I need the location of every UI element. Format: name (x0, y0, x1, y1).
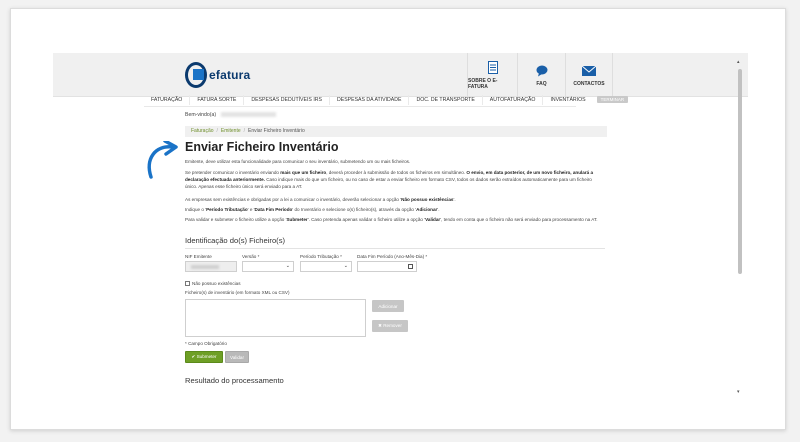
chevron-down-icon: ⌄ (343, 263, 348, 269)
sem-existencias-checkbox[interactable] (185, 281, 190, 286)
section-title-identificacao: Identificação do(s) Ficheiro(s) (185, 236, 286, 245)
data-fim-label: Data Fim Período (Ano-Mês-Dia) * (357, 254, 428, 259)
result-section-title: Resultado do processamento (185, 376, 284, 385)
breadcrumb-current: Enviar Ficheiro Inventário (248, 128, 305, 134)
instructions-p4: Indique o 'Período Tributação' e 'Data F… (185, 207, 440, 212)
scroll-down-icon[interactable]: ▾ (737, 389, 740, 395)
header-links: SOBRE O E-FATURA FAQ CONTACTOS (467, 53, 613, 97)
remove-file-button[interactable]: ✖ Remover (372, 320, 408, 332)
nav-item-faturacao[interactable]: FATURAÇÃO (144, 94, 191, 105)
scroll-up-icon[interactable]: ▴ (737, 59, 740, 65)
header-link-label: CONTACTOS (573, 80, 605, 87)
intro-p1: Emitente, deve utilizar esta funcionalid… (185, 159, 411, 164)
chat-bubble-icon (536, 64, 548, 78)
versao-label: Versão * (242, 254, 260, 259)
divider (185, 248, 605, 249)
header-link-label: FAQ (536, 80, 547, 87)
submit-button[interactable]: ✔ Submeter (185, 351, 223, 363)
welcome-label: Bem-vindo(a) (185, 112, 217, 118)
nav-item-inventarios[interactable]: INVENTÁRIOS (543, 95, 592, 105)
sem-existencias-row[interactable]: Não possuo existências (185, 281, 241, 286)
nav-item-despesas-atividade[interactable]: DESPESAS DA ATIVIDADE (330, 94, 410, 105)
required-note: * Campo Obrigatório (185, 341, 227, 346)
intro-text: Emitente, deve utilizar esta funcionalid… (185, 158, 605, 165)
curved-arrow-icon (147, 141, 178, 179)
nif-value-redacted (191, 265, 219, 269)
envelope-icon (582, 64, 596, 78)
validate-button[interactable]: Validar (225, 351, 249, 363)
document-icon (487, 61, 498, 75)
logout-button[interactable]: TERMINAR (596, 96, 629, 103)
user-name-redacted (221, 112, 277, 118)
browser-window: efatura SOBRE O E-FATURA FAQ CONTACTOS F… (10, 8, 786, 430)
sem-existencias-label: Não possuo existências (192, 281, 241, 286)
breadcrumb-emitente[interactable]: Emitente (221, 128, 241, 134)
header-link-contactos[interactable]: CONTACTOS (565, 53, 613, 97)
header-link-label: SOBRE O E-FATURA (468, 77, 498, 90)
welcome-line: Bem-vindo(a) (185, 112, 277, 118)
chevron-down-icon: ⌄ (285, 263, 290, 269)
files-list[interactable] (185, 299, 366, 337)
header-link-sobre[interactable]: SOBRE O E-FATURA (467, 53, 517, 97)
vertical-scrollbar[interactable]: ▴ ▾ (737, 59, 743, 395)
periodo-select[interactable]: ⌄ (300, 261, 352, 272)
calendar-icon (408, 264, 413, 269)
header-link-faq[interactable]: FAQ (517, 53, 565, 97)
nav-item-despesas-irs[interactable]: DESPESAS DEDUTÍVEIS IRS (244, 94, 330, 105)
page-title: Enviar Ficheiro Inventário (185, 140, 339, 154)
instructions-p5: Para validar e submeter o ficheiro utili… (185, 217, 598, 222)
nif-label: NIF Emitente (185, 254, 212, 259)
data-fim-input[interactable] (357, 261, 417, 272)
efatura-logo-icon (185, 62, 207, 88)
instructions-p3: As empresas sem existências e obrigadas … (185, 197, 456, 202)
efatura-logo[interactable]: efatura (185, 59, 250, 91)
files-label: Ficheiro(s) de inventário (em formato XM… (185, 290, 290, 295)
versao-select[interactable]: ⌄ (242, 261, 294, 272)
periodo-label: Período Tributação * (300, 254, 342, 259)
site-header: efatura SOBRE O E-FATURA FAQ CONTACTOS (53, 53, 748, 97)
nav-item-doc-transporte[interactable]: DOC. DE TRANSPORTE (409, 94, 483, 105)
nif-field (185, 261, 237, 272)
scroll-thumb[interactable] (738, 69, 742, 274)
add-file-button[interactable]: Adicionar (372, 300, 404, 312)
breadcrumb: Faturação / Emitente / Enviar Ficheiro Inven… (185, 126, 607, 137)
instructions-p2: Se pretender comunicar o inventário envi… (185, 170, 594, 189)
logo-text: efatura (209, 68, 251, 82)
breadcrumb-faturacao[interactable]: Faturação (191, 128, 214, 134)
nav-item-autofaturacao[interactable]: AUTOFATURAÇÃO (483, 94, 544, 105)
main-nav: FATURAÇÃO FATURA SORTE DESPESAS DEDUTÍVE… (144, 93, 629, 107)
nav-item-fatura-sorte[interactable]: FATURA SORTE (190, 94, 245, 105)
